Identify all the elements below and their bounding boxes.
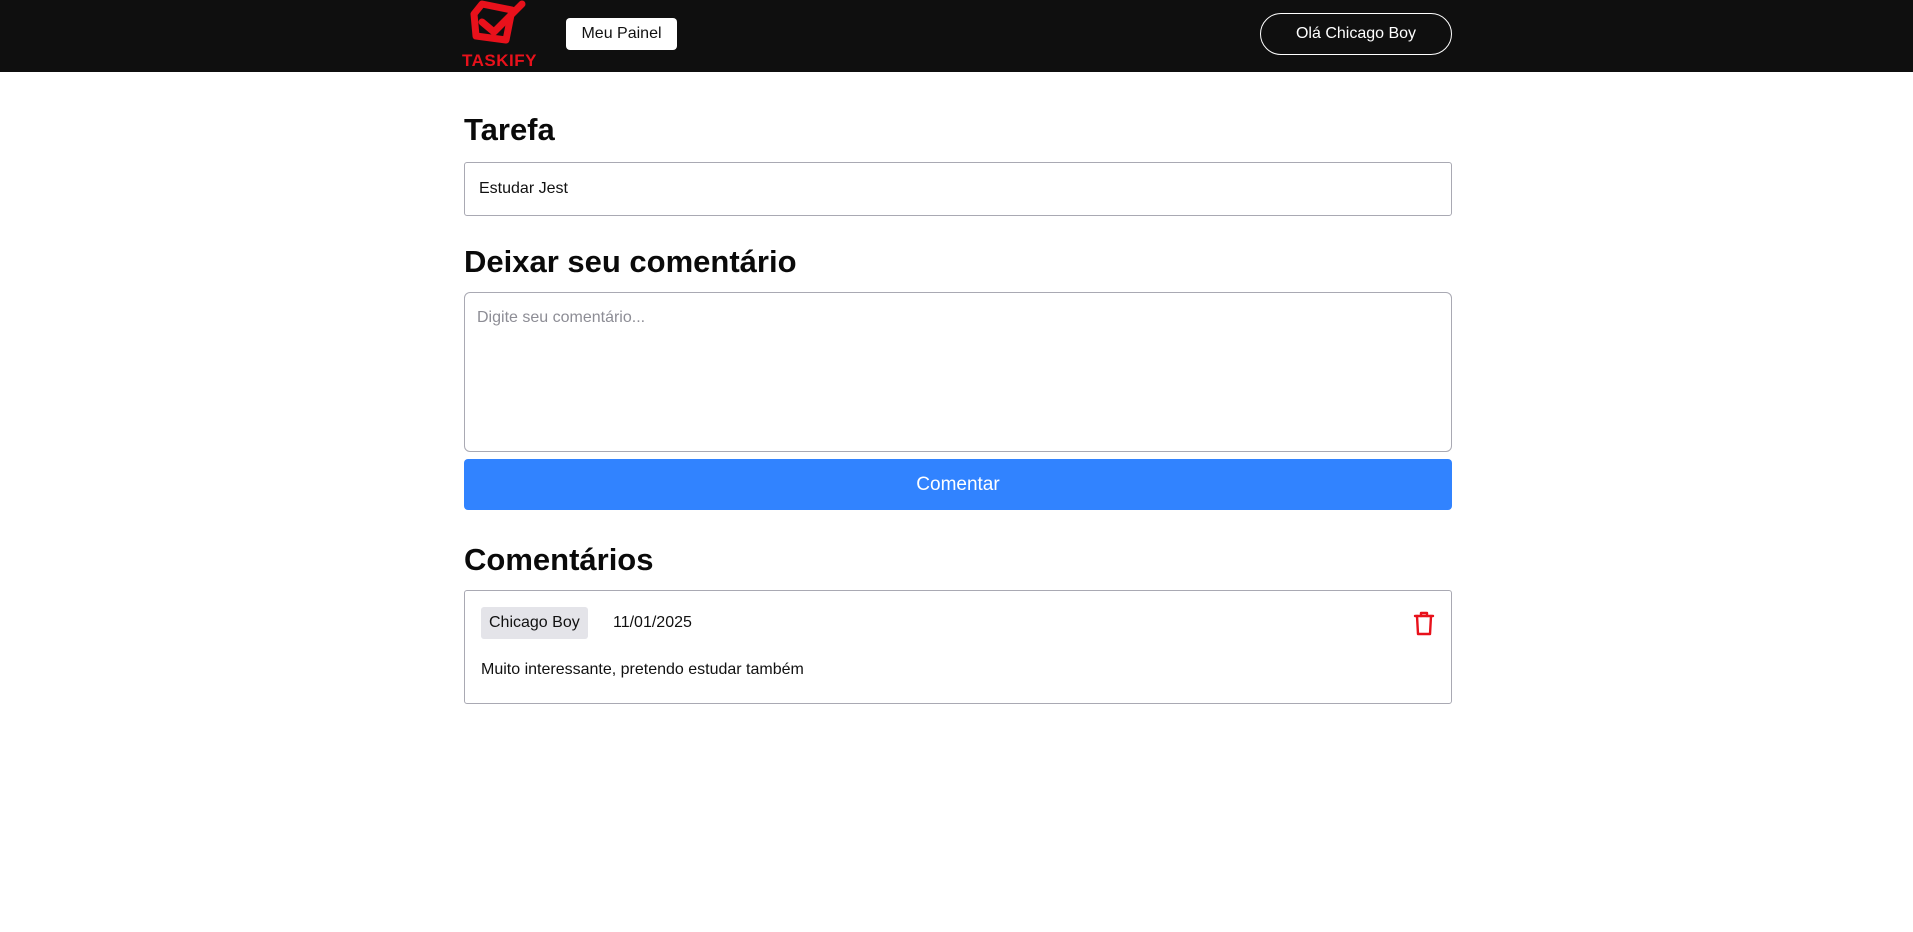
taskify-logo[interactable]: TASKIFY — [462, 0, 542, 72]
trash-icon — [1413, 611, 1435, 636]
comment-author-badge: Chicago Boy — [481, 607, 588, 639]
comment-body: Muito interessante, pretendo estudar tam… — [481, 661, 804, 678]
my-panel-button[interactable]: Meu Painel — [566, 18, 677, 50]
submit-comment-button[interactable]: Comentar — [464, 459, 1452, 510]
comment-date: 11/01/2025 — [613, 614, 692, 631]
checkbox-logo-icon — [470, 0, 526, 44]
logo-wordmark: TASKIFY — [462, 51, 537, 70]
top-navbar: TASKIFY Meu Painel Olá Chicago Boy — [0, 0, 1913, 72]
task-heading: Tarefa — [464, 112, 555, 147]
comment-form-heading: Deixar seu comentário — [464, 244, 797, 279]
comment-card: Chicago Boy 11/01/2025 Muito interessant… — [464, 590, 1452, 704]
delete-comment-button[interactable] — [1412, 609, 1436, 637]
comments-heading: Comentários — [464, 542, 654, 577]
task-name-field[interactable] — [464, 162, 1452, 216]
comment-textarea[interactable] — [464, 292, 1452, 452]
user-greeting-button[interactable]: Olá Chicago Boy — [1260, 13, 1452, 55]
